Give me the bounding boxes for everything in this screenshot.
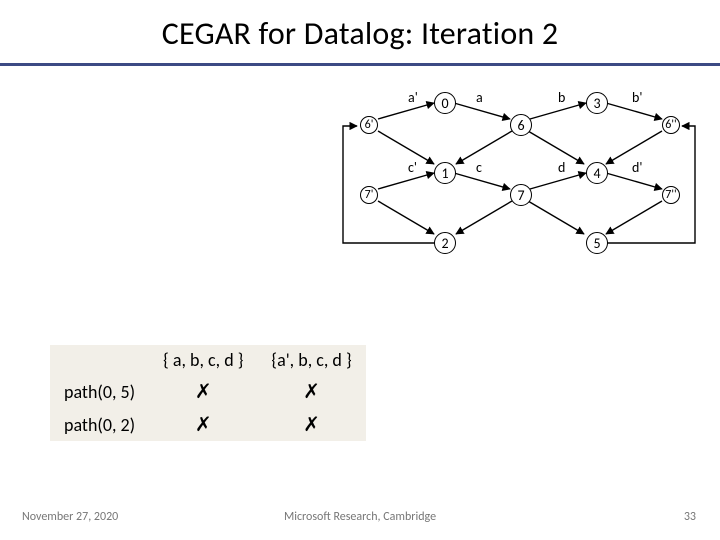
node-7pp: 7'' [662, 186, 680, 204]
row-query-02: path(0, 2) [50, 408, 149, 441]
edge-label-d: d [558, 159, 565, 176]
row1-col2: ✗ [257, 408, 365, 441]
edge-label-ap: a' [408, 89, 418, 106]
node-5: 5 [586, 232, 608, 254]
node-3: 3 [586, 92, 608, 114]
node-7: 7 [510, 184, 532, 206]
result-table: { a, b, c, d } {a', b, c, d } path(0, 5)… [50, 345, 366, 441]
graph-diagram: 0 3 6' 6 6'' 1 4 7' 7 7'' 2 5 a' a b b' … [330, 86, 700, 326]
row0-col1: ✗ [149, 375, 257, 408]
table-row: path(0, 2) ✗ ✗ [50, 408, 366, 441]
node-0: 0 [434, 92, 456, 114]
edge-label-b: b [558, 89, 565, 106]
table-header-empty [50, 345, 149, 375]
edge-label-cp: c' [408, 159, 417, 176]
node-6: 6 [510, 114, 532, 136]
row0-col2: ✗ [257, 375, 365, 408]
node-1: 1 [434, 162, 456, 184]
node-4: 4 [586, 162, 608, 184]
table-header-abs2: {a', b, c, d } [257, 345, 365, 375]
node-7p: 7' [360, 186, 378, 204]
edge-label-c: c [476, 159, 482, 176]
row-query-05: path(0, 5) [50, 375, 149, 408]
footer-page: 33 [684, 510, 696, 524]
page-title: CEGAR for Datalog: Iteration 2 [0, 0, 720, 66]
table-row: path(0, 5) ✗ ✗ [50, 375, 366, 408]
edge-label-bp: b' [632, 89, 642, 106]
node-2: 2 [434, 232, 456, 254]
footer: November 27, 2020 Microsoft Research, Ca… [0, 510, 720, 524]
edge-label-a: a [476, 89, 483, 106]
row1-col1: ✗ [149, 408, 257, 441]
table-header-abs1: { a, b, c, d } [149, 345, 257, 375]
footer-date: November 27, 2020 [22, 510, 118, 524]
node-6p: 6' [360, 116, 378, 134]
node-6pp: 6'' [662, 116, 680, 134]
table-header-row: { a, b, c, d } {a', b, c, d } [50, 345, 366, 375]
edge-label-dp: d' [632, 159, 642, 176]
